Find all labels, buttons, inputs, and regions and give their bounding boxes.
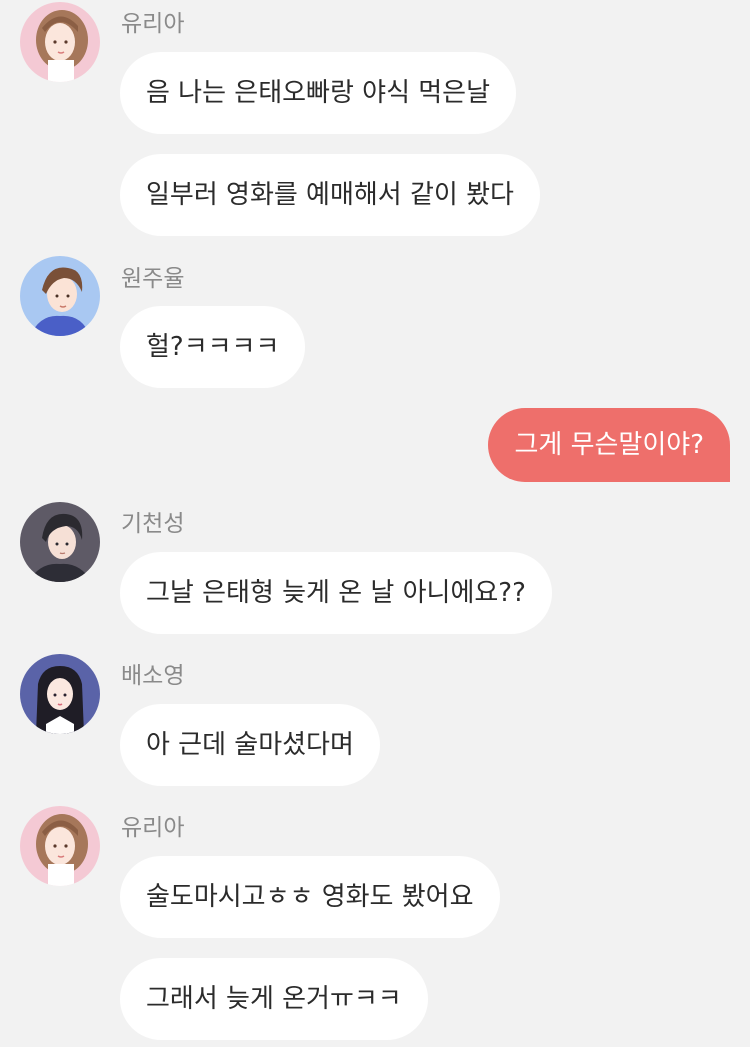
message-text: 그게 무슨말이야?	[514, 430, 704, 460]
message-text: 음 나는 은태오빠랑 야식 먹은날	[146, 78, 491, 108]
message-bubble[interactable]: 아 근데 술마셨다며	[120, 704, 380, 786]
avatar[interactable]	[20, 806, 100, 886]
avatar[interactable]	[20, 654, 100, 734]
message-bubble[interactable]: 음 나는 은태오빠랑 야식 먹은날	[120, 52, 517, 134]
message-bubble[interactable]: 헐?ㅋㅋㅋㅋ	[120, 306, 306, 388]
outgoing-message-bubble[interactable]: 그게 무슨말이야?	[488, 408, 730, 482]
message-text: 헐?ㅋㅋㅋㅋ	[146, 332, 280, 362]
message-text: 일부러 영화를 예매해서 같이 봤다	[146, 180, 514, 210]
sender-name: 기천성	[121, 511, 185, 537]
sender-name: 원주율	[121, 266, 185, 292]
message-text: 아 근데 술마셨다며	[146, 730, 354, 760]
sender-name: 유리아	[121, 11, 185, 37]
message-text: 그날 은태형 늦게 온 날 아니에요??	[146, 578, 526, 608]
chat-window: 유리아 음 나는 은태오빠랑 야식 먹은날 일부러 영화를 예매해서 같이 봤다…	[0, 0, 750, 1047]
message-bubble[interactable]: 술도마시고ㅎㅎ 영화도 봤어요	[120, 856, 500, 938]
avatar[interactable]	[20, 502, 100, 582]
message-text: 그래서 늦게 온거ㅠㅋㅋ	[146, 984, 402, 1014]
avatar[interactable]	[20, 2, 100, 82]
message-bubble[interactable]: 그래서 늦게 온거ㅠㅋㅋ	[120, 958, 428, 1040]
message-bubble[interactable]: 그날 은태형 늦게 온 날 아니에요??	[120, 552, 552, 634]
avatar[interactable]	[20, 256, 100, 336]
sender-name: 배소영	[121, 663, 185, 689]
sender-name: 유리아	[121, 815, 185, 841]
message-bubble[interactable]: 일부러 영화를 예매해서 같이 봤다	[120, 154, 540, 236]
message-text: 술도마시고ㅎㅎ 영화도 봤어요	[146, 882, 474, 912]
